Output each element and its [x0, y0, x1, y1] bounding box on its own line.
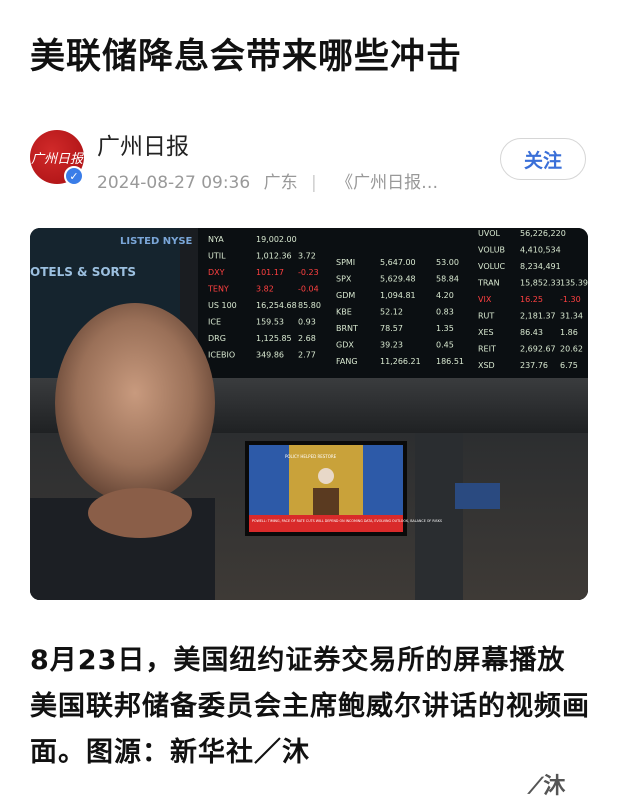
ticker-chg: 0.83 [436, 308, 454, 317]
tv-curtain-left [249, 445, 289, 515]
ticker-sym: ICEBIO [208, 351, 235, 360]
source-name: 《广州日报… [336, 173, 439, 193]
ticker-price: 1,012.36 [256, 252, 292, 261]
ticker-sym: TRAN [477, 279, 500, 288]
ticker-price: 1,125.85 [256, 334, 292, 343]
author-name[interactable]: 广州日报 [97, 127, 189, 161]
pillar [415, 433, 463, 600]
ticker-chg: 1.35 [436, 324, 454, 333]
follow-button[interactable]: 关注 [500, 138, 586, 180]
ticker-price: 237.76 [520, 361, 548, 370]
ticker-sym: FANG [336, 357, 358, 366]
person-neck [88, 488, 192, 538]
ticker-price: 15,852.33 [520, 279, 561, 288]
avatar-logo-text: 广州日报 [30, 151, 83, 167]
ticker-chg: 2.77 [298, 351, 316, 360]
ticker-price: 52.12 [380, 308, 403, 317]
article-photo[interactable]: LISTED NYSE OTELS & SORTS POLICY HELPED … [30, 228, 588, 600]
ticker-chg: 3.72 [298, 252, 316, 261]
ticker-price: 11,266.21 [380, 357, 421, 366]
ticker-sym: REIT [478, 345, 496, 354]
ticker-chg: 58.84 [436, 275, 459, 284]
ticker-sym: BRNT [336, 324, 358, 333]
ticker-price: 3.82 [256, 285, 274, 294]
ticker-chg: 20.62 [560, 345, 583, 354]
ticker-sym: XES [478, 328, 494, 337]
ticker-sym: DXY [208, 268, 225, 277]
ticker-price: 1,094.81 [380, 291, 416, 300]
ticker-sym: UVOL [478, 229, 500, 238]
ticker-sym: VIX [478, 295, 492, 304]
ticker-price: 101.17 [256, 268, 284, 277]
ticker-price: 86.43 [520, 328, 543, 337]
ticker-sym: RUT [478, 312, 494, 321]
verified-badge-icon: ✓ [64, 166, 84, 186]
ticker-price: 16.25 [520, 295, 543, 304]
ticker-price: 19,002.00 [256, 235, 297, 244]
tv-speaker [318, 468, 334, 484]
ticker-sym: XSD [478, 361, 495, 370]
ticker-sym: US 100 [208, 301, 237, 310]
ticker-chg: 186.51 [436, 357, 464, 366]
ticker-sym: DRG [208, 334, 226, 343]
ticker-sym: VOLUB [478, 246, 505, 255]
tv-banner-bar [249, 515, 403, 532]
ticker-sym: SPMI [336, 258, 355, 267]
ticker-sym: SPX [336, 275, 352, 284]
ticker-sym: GDX [336, 341, 354, 350]
tv-podium [313, 488, 339, 515]
ticker-price: 56,226,220 [520, 229, 566, 238]
ticker-sym: ICE [208, 318, 221, 327]
photo-scene: LISTED NYSE OTELS & SORTS POLICY HELPED … [30, 228, 588, 600]
ticker-price: 39.23 [380, 341, 403, 350]
photo-caption: 8月23日，美国纽约证券交易所的屏幕播放美国联邦储备委员会主席鲍威尔讲话的视频画… [30, 645, 590, 768]
article-title: 美联储降息会带来哪些冲击 [30, 37, 463, 77]
ticker-chg: -0.04 [298, 285, 319, 294]
ticker-price: 159.53 [256, 318, 284, 327]
publish-date: 2024-08-27 09:36 [97, 173, 251, 193]
tv-curtain-right [363, 445, 403, 515]
ticker-price: 5,647.00 [380, 258, 416, 267]
ticker-chg: 2.68 [298, 334, 316, 343]
ticker-chg: 31.34 [560, 312, 583, 321]
ticker-chg: -1.30 [560, 295, 581, 304]
ticker-price: 4,410,534 [520, 246, 561, 255]
tv-podium-text: POLICY HELPED RESTORE [285, 454, 337, 459]
ticker-sym: TENY [207, 285, 229, 294]
ticker-price: 2,692.67 [520, 345, 556, 354]
ticker-price: 349.86 [256, 351, 284, 360]
ticker-price: 8,234,491 [520, 262, 561, 271]
ticker-price: 2,181.37 [520, 312, 556, 321]
ticker-chg: 53.00 [436, 258, 459, 267]
ticker-sym: VOLUC [478, 262, 506, 271]
publish-location: 广东 [263, 173, 298, 193]
meta-divider: | [311, 173, 317, 193]
ticker-chg: 4.20 [436, 291, 454, 300]
ticker-chg: 85.80 [298, 301, 321, 310]
caption-watermark: ⟋沐 [528, 774, 566, 799]
ticker-chg: 6.75 [560, 361, 578, 370]
right-monitor [455, 483, 500, 509]
exchange-sign: LISTED NYSE [120, 236, 193, 247]
hotel-sign: OTELS & SORTS [30, 265, 136, 279]
ticker-chg: -0.23 [298, 268, 319, 277]
person-head [55, 303, 215, 503]
ticker-sym: KBE [336, 308, 352, 317]
ticker-price: 5,629.48 [380, 275, 416, 284]
ticker-sym: NYA [208, 235, 224, 244]
ticker-price: 78.57 [380, 324, 403, 333]
tv-banner-text: POWELL: TIMING, PACE OF RATE CUTS WILL D… [252, 519, 442, 523]
ticker-sym: UTIL [208, 252, 226, 261]
ticker-chg: 0.45 [436, 341, 454, 350]
ticker-sym: GDM [336, 291, 355, 300]
article-meta: 2024-08-27 09:36 广东 | 《广州日报… [97, 168, 446, 193]
ticker-chg: 1.86 [560, 328, 578, 337]
ticker-chg: 0.93 [298, 318, 316, 327]
ticker-chg: 135.39 [560, 279, 588, 288]
ticker-price: 16,254.68 [256, 301, 297, 310]
